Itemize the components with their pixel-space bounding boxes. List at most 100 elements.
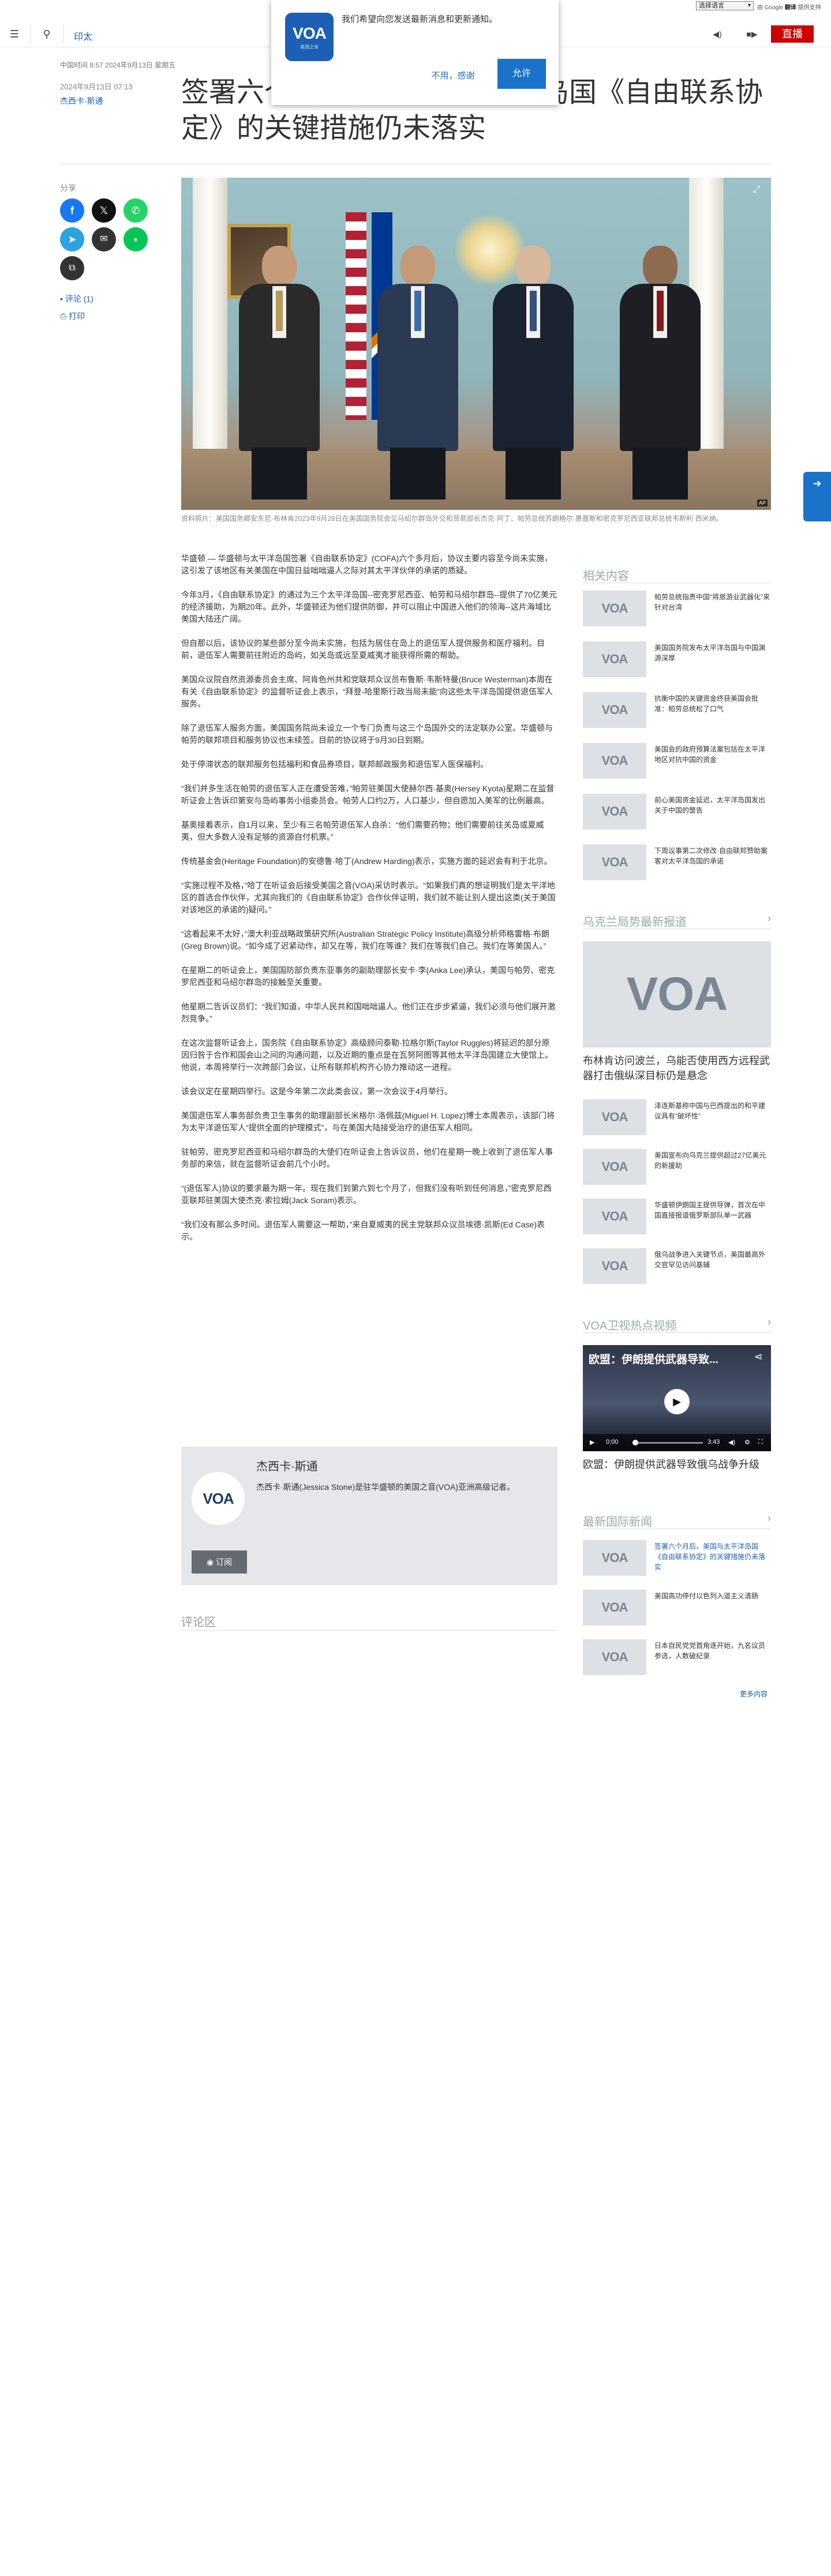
- ukraine-item[interactable]: VOA 俄乌战争进入关键节点，美国最高外交官罕见访问基辅: [583, 1248, 771, 1285]
- expand-icon[interactable]: ⤢: [749, 185, 764, 200]
- ukraine-item-title: 泽连斯基称中国与巴西提出的和平建议具有“破坏性”: [654, 1102, 766, 1120]
- floating-side-tab[interactable]: ➔: [803, 472, 831, 521]
- ukraine-item[interactable]: VOA 华盛顿伊朗国主提供导弹，首次在中国直接报道俄罗斯部队单一武器: [583, 1199, 771, 1236]
- video-controls: ▶ 0:00 3:43 ◀) ⚙ ⛶: [583, 1434, 771, 1451]
- ukraine-heading[interactable]: 乌克兰局势最新报道 ›: [583, 913, 771, 929]
- x-twitter-icon[interactable]: 𝕏: [92, 198, 116, 223]
- voa-logo-icon: VOA: [203, 1489, 234, 1507]
- article-body: 华盛顿 — 华盛顿与太平洋岛国签署《自由联系协定》(COFA)六个多月后，协议主…: [181, 553, 557, 1255]
- author-name[interactable]: 杰西卡·斯通: [256, 1457, 318, 1474]
- more-link[interactable]: 更多内容: [740, 1689, 768, 1699]
- search-icon[interactable]: ⚲: [40, 28, 53, 40]
- related-item-title: 美国国务院发布太平洋岛国与中国渊源深厚: [654, 644, 766, 662]
- line-icon[interactable]: ●: [123, 227, 148, 251]
- video-player[interactable]: 欧盟：伊朗提供武器导致... ⋖ ▶ ▶ 0:00 3:43 ◀) ⚙ ⛶: [583, 1345, 771, 1451]
- subscribe-button[interactable]: ◉ 订阅: [192, 1550, 247, 1574]
- video-progress-knob[interactable]: [632, 1440, 638, 1445]
- allow-button[interactable]: 允许: [497, 59, 546, 89]
- hero-person: [620, 246, 701, 500]
- related-item[interactable]: VOA 帕劳总统指责中国“将旅游业武器化”来针对台湾: [583, 591, 771, 628]
- intl-heading-label: 最新国际新闻: [583, 1516, 652, 1529]
- subscribe-label: 订阅: [216, 1557, 233, 1567]
- language-select[interactable]: 选择语言: [696, 1, 754, 10]
- related-item[interactable]: VOA 美国国务院发布太平洋岛国与中国渊源深厚: [583, 641, 771, 678]
- menu-icon[interactable]: ☰: [8, 28, 21, 40]
- video-time-current: 0:00: [606, 1439, 619, 1445]
- article-paragraph: 美国众议院自然资源委员会主席、阿肯色州共和党联邦众议员布鲁斯·韦斯特曼(Bruc…: [181, 675, 553, 708]
- video-icon[interactable]: ■▶: [746, 28, 758, 40]
- voa-logo-icon: VOA: [626, 968, 728, 1020]
- email-icon[interactable]: ✉: [92, 227, 116, 251]
- article-paragraph: 他星期二告诉议员们：“我们知道，中华人民共和国咄咄逼人。他们正在步步紧逼，我们必…: [181, 1002, 556, 1023]
- article-paragraph: 今年3月，《自由联系协定》的通过为三个太平洋岛国--密克罗尼西亚、帕劳和马绍尔群…: [181, 590, 557, 624]
- google-translate-prefix: 由 Google: [757, 5, 784, 11]
- settings-icon[interactable]: ⚙: [744, 1439, 750, 1446]
- audio-icon[interactable]: ◀): [711, 28, 724, 40]
- hero-image: ⤢ AP: [181, 178, 771, 510]
- share-icon[interactable]: ⋖: [754, 1351, 763, 1363]
- comments-link[interactable]: ▪ 评论 (1): [60, 293, 93, 305]
- intl-item-title: 签署六个月后，美国与太平洋岛国《自由联系协定》的关键措施仍未落实: [654, 1542, 766, 1571]
- copy-link-icon[interactable]: ⧉: [60, 256, 84, 280]
- article-paragraph: “我们并多生活在帕劳的退伍军人正在遭受苦难，”帕劳驻美国大使赫尔西·基奥(Her…: [181, 784, 555, 805]
- logo-text: VOA: [293, 24, 327, 42]
- updated-time: 中国时间 8:57 2024年9月13日 星期五: [60, 61, 176, 69]
- related-item[interactable]: VOA 抗衡中国的关键资金终获美国会批准：帕劳总统松了口气: [583, 692, 771, 729]
- logo-subtext: 美国之音: [300, 44, 319, 50]
- play-icon[interactable]: ▶: [664, 1389, 690, 1414]
- article-paragraph: 华盛顿 — 华盛顿与太平洋岛国签署《自由联系协定》(COFA)六个多月后，协议主…: [181, 554, 553, 575]
- related-item[interactable]: VOA 下周议事第二次修改·自由联邦赞助案客对太平洋岛国的承诺: [583, 844, 771, 881]
- google-translate-brand[interactable]: 翻译: [785, 5, 796, 11]
- related-heading[interactable]: 相关内容: [583, 566, 771, 583]
- facebook-icon[interactable]: f: [60, 198, 84, 223]
- play-small-icon[interactable]: ▶: [590, 1439, 594, 1446]
- thumbnail: VOA: [583, 641, 646, 677]
- thumbnail: VOA: [583, 794, 646, 829]
- video-progress-bar[interactable]: [634, 1442, 703, 1444]
- ukraine-item[interactable]: VOA 泽连斯基称中国与巴西提出的和平建议具有“破坏性”: [583, 1099, 771, 1136]
- author-link[interactable]: 杰西卡·斯通: [60, 95, 103, 107]
- video-title: 欧盟：伊朗提供武器导致...: [589, 1354, 718, 1366]
- thumbnail: VOA: [583, 1199, 646, 1234]
- ukraine-item-title: 俄乌战争进入关键节点，美国最高外交官罕见访问基辅: [654, 1251, 766, 1269]
- related-item-title: 抗衡中国的关键资金终获美国会批准：帕劳总统松了口气: [654, 694, 759, 713]
- related-item[interactable]: VOA 美国会的政府预算法案包括在太平洋地区对抗中国的资金: [583, 743, 771, 780]
- section-link[interactable]: 印太: [74, 29, 92, 43]
- article-paragraph: 但自那以后，该协议的某些部分至今尚未实施，包括为居住在岛上的退伍军人提供服务和医…: [181, 639, 545, 660]
- related-item-title: 美国会的政府预算法案包括在太平洋地区对抗中国的资金: [654, 745, 766, 764]
- intl-heading[interactable]: 最新国际新闻 ›: [583, 1512, 771, 1529]
- ukraine-feature-thumbnail[interactable]: VOA: [583, 941, 771, 1047]
- comments-divider: [181, 1630, 557, 1631]
- share-label: 分享: [60, 183, 76, 193]
- article-paragraph: 该会议定在星期四举行。这是今年第二次此类会议，第一次会议于4月举行。: [181, 1087, 452, 1096]
- intl-item[interactable]: VOA 签署六个月后，美国与太平洋岛国《自由联系协定》的关键措施仍未落实: [583, 1540, 771, 1577]
- thumbnail: VOA: [583, 692, 646, 728]
- comments-heading: 评论区: [181, 1616, 216, 1629]
- ukraine-feature-title[interactable]: 布林肯访问波兰，乌能否使用西方远程武器打击俄纵深目标仍是悬念: [583, 1053, 771, 1083]
- video-time-total: 3:43: [708, 1439, 720, 1445]
- published-date: 2024年9月13日 07:13: [60, 82, 133, 91]
- print-link[interactable]: ⎙ 打印: [60, 310, 85, 322]
- article-paragraph: 美国退伍军人事务部负责卫生事务的助理副部长米格尔·洛佩兹(Miguel H. L…: [181, 1111, 555, 1132]
- intl-item-title: 美国高功停付以色列入道主义清肠: [654, 1592, 759, 1600]
- video-heading[interactable]: VOA卫视热点视频 ›: [583, 1316, 771, 1333]
- author-box: VOA 杰西卡·斯通 杰西卡·斯通(Jessica Stone)是驻华盛顿的美国…: [181, 1447, 557, 1585]
- intl-item[interactable]: VOA 美国高功停付以色列入道主义清肠: [583, 1590, 771, 1627]
- article-paragraph: 传统基金会(Heritage Foundation)的安德鲁·哈丁(Andrew…: [181, 857, 552, 866]
- hero-person: [493, 246, 574, 500]
- volume-icon[interactable]: ◀): [728, 1439, 735, 1446]
- ukraine-item[interactable]: VOA 美国宣布向乌克兰提供超过27亿美元的新援助: [583, 1149, 771, 1186]
- related-item-title: 下周议事第二次修改·自由联邦赞助案客对太平洋岛国的承诺: [654, 847, 768, 865]
- fullscreen-icon[interactable]: ⛶: [758, 1439, 763, 1446]
- thumbnail: VOA: [583, 1590, 646, 1625]
- decline-button[interactable]: 不用，感谢: [427, 66, 479, 87]
- video-caption[interactable]: 欧盟：伊朗提供武器导致俄乌战争升级: [583, 1457, 771, 1472]
- intl-item[interactable]: VOA 日本自民党党首角逐开始，九名议员参选，人数破纪录: [583, 1639, 771, 1676]
- chevron-right-icon: ›: [768, 913, 771, 924]
- video-heading-label: VOA卫视热点视频: [583, 1320, 677, 1332]
- live-button[interactable]: 直播: [771, 25, 814, 43]
- telegram-icon[interactable]: ➤: [60, 227, 84, 251]
- related-item[interactable]: VOA 前心美国资金延迟，太平洋岛国发出关于中国的警告: [583, 794, 771, 831]
- whatsapp-icon[interactable]: ✆: [123, 198, 148, 223]
- author-bio: 杰西卡·斯通(Jessica Stone)是驻华盛顿的美国之音(VOA)亚洲高级…: [256, 1482, 515, 1492]
